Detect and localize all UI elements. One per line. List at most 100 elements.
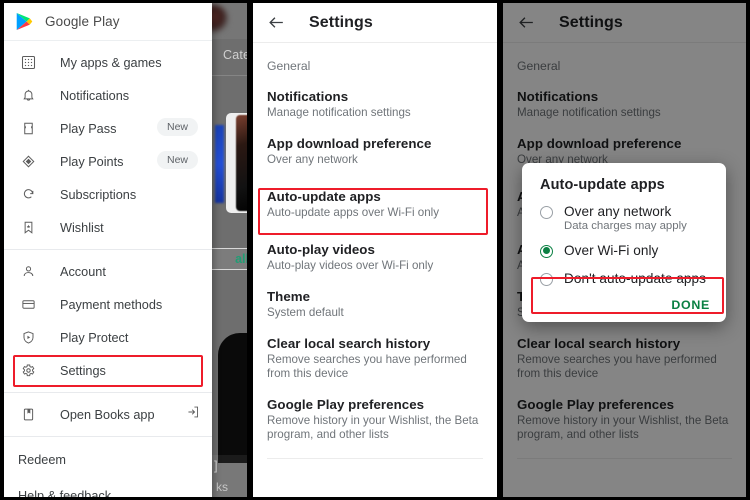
- apps-grid-icon: [18, 53, 38, 73]
- row-title: Auto-play videos: [267, 242, 375, 257]
- background-install-label: all: [235, 252, 249, 266]
- settings-list: General Notifications Manage notificatio…: [253, 59, 497, 459]
- settings-group-label: General: [267, 59, 311, 73]
- background-divider: [210, 75, 247, 76]
- option-label: Over any network: [564, 204, 672, 219]
- settings-row-auto-play-videos[interactable]: Auto-play videos Auto-play videos over W…: [267, 242, 483, 273]
- radio-button[interactable]: [540, 273, 553, 286]
- credit-card-icon: [18, 295, 38, 315]
- sidebar-item-wishlist[interactable]: Wishlist: [4, 211, 212, 244]
- row-subtitle: System default: [267, 306, 344, 319]
- option-text: Don't auto-update apps: [564, 271, 706, 286]
- row-title: Notifications: [267, 89, 349, 104]
- dialog-title: Auto-update apps: [540, 177, 665, 193]
- drawer-header: Google Play: [4, 3, 212, 41]
- option-label: Over Wi-Fi only: [564, 243, 659, 258]
- background-photo: [236, 115, 247, 211]
- panel-settings: Settings General Notifications Manage no…: [250, 0, 500, 500]
- sidebar-item-play-pass[interactable]: Play Pass New: [4, 112, 212, 145]
- drawer-divider: [4, 436, 212, 437]
- sidebar-item-open-books-app[interactable]: Open Books app: [4, 398, 212, 431]
- sidebar-item-label: Play Pass: [60, 121, 117, 136]
- sidebar-item-label: Help & feedback: [18, 489, 112, 500]
- row-title: Google Play preferences: [267, 397, 425, 412]
- bookmark-star-icon: [18, 218, 38, 238]
- panel-auto-update-dialog: Settings General Notifications Manage no…: [500, 0, 750, 500]
- option-text: Over any network Data charges may apply: [564, 204, 687, 232]
- shield-play-icon: [18, 328, 38, 348]
- drawer-divider: [4, 392, 212, 393]
- sidebar-item-subscriptions[interactable]: Subscriptions: [4, 178, 212, 211]
- google-play-logo: [16, 13, 33, 30]
- sidebar-item-label: Redeem: [18, 453, 66, 467]
- background-book-spine: [215, 125, 224, 203]
- background-category-label: Cate: [223, 48, 250, 62]
- sidebar-item-label: Notifications: [60, 88, 130, 103]
- open-external-icon: [186, 405, 200, 424]
- background-ks-text: ks: [216, 480, 228, 494]
- settings-row-app-download-preference[interactable]: App download preference Over any network: [267, 136, 483, 167]
- sidebar-item-label: Open Books app: [60, 407, 155, 422]
- sidebar-item-redeem[interactable]: Redeem: [4, 442, 212, 478]
- sidebar-item-label: Wishlist: [60, 220, 104, 235]
- option-sublabel: Data charges may apply: [564, 220, 687, 232]
- radio-button[interactable]: [540, 206, 553, 219]
- dialog-option-dont-auto-update-apps[interactable]: Don't auto-update apps: [522, 258, 726, 286]
- sidebar-item-label: Settings: [60, 363, 106, 378]
- row-subtitle: Remove history in your Wishlist, the Bet…: [267, 414, 479, 441]
- back-arrow-icon[interactable]: [267, 13, 287, 33]
- person-icon: [18, 262, 38, 282]
- sidebar-badge-new: New: [156, 151, 198, 169]
- screenshot-root: Cate all ] ks Google Play My apps & game…: [0, 0, 750, 500]
- row-subtitle: Auto-update apps over Wi-Fi only: [267, 206, 440, 219]
- sidebar-item-label: Payment methods: [60, 297, 163, 312]
- book-icon: [18, 405, 38, 425]
- background-bracket: ]: [214, 458, 218, 473]
- sidebar-item-play-protect[interactable]: Play Protect: [4, 321, 212, 354]
- settings-row-google-play-preferences[interactable]: Google Play preferences Remove history i…: [267, 397, 483, 442]
- sidebar-item-play-points[interactable]: Play Points New: [4, 145, 212, 178]
- settings-row-notifications[interactable]: Notifications Manage notification settin…: [267, 89, 483, 120]
- diamond-icon: [18, 152, 38, 172]
- row-subtitle: Auto-play videos over Wi-Fi only: [267, 259, 434, 272]
- done-button[interactable]: DONE: [671, 298, 710, 312]
- settings-header: Settings: [253, 3, 497, 43]
- row-subtitle: Over any network: [267, 153, 358, 166]
- sidebar-badge-new: New: [156, 118, 198, 136]
- option-text: Over Wi-Fi only: [564, 243, 658, 258]
- option-label: Don't auto-update apps: [564, 271, 707, 286]
- radio-button-selected[interactable]: [540, 245, 553, 258]
- drawer-app-title: Google Play: [45, 14, 120, 29]
- drawer-item-list: My apps & games Notifications Play Pass …: [4, 41, 212, 500]
- row-subtitle: Manage notification settings: [267, 106, 411, 119]
- dialog-option-over-any-network[interactable]: Over any network Data charges may apply: [522, 193, 726, 232]
- sidebar-item-payment-methods[interactable]: Payment methods: [4, 288, 212, 321]
- panel-google-play-drawer: Cate all ] ks Google Play My apps & game…: [0, 0, 250, 500]
- navigation-drawer: Google Play My apps & games Notification…: [4, 3, 212, 500]
- gear-icon: [18, 361, 38, 381]
- sidebar-item-settings[interactable]: Settings: [4, 354, 212, 387]
- refresh-loop-icon: [18, 185, 38, 205]
- sidebar-item-label: Play Points: [60, 154, 124, 169]
- sidebar-item-label: Play Protect: [60, 330, 129, 345]
- bell-icon: [18, 86, 38, 106]
- dialog-actions: DONE: [522, 286, 726, 316]
- dialog-option-over-wifi-only[interactable]: Over Wi-Fi only: [522, 232, 726, 258]
- sidebar-item-label: My apps & games: [60, 55, 162, 70]
- sidebar-item-account[interactable]: Account: [4, 255, 212, 288]
- ticket-icon: [18, 119, 38, 139]
- sidebar-item-label: Subscriptions: [60, 187, 137, 202]
- page-title: Settings: [309, 13, 373, 31]
- drawer-divider: [4, 249, 212, 250]
- settings-divider: [267, 458, 483, 459]
- sidebar-item-notifications[interactable]: Notifications: [4, 79, 212, 112]
- settings-row-clear-local-search-history[interactable]: Clear local search history Remove search…: [267, 336, 483, 381]
- sidebar-item-label: Account: [60, 264, 106, 279]
- sidebar-item-my-apps-games[interactable]: My apps & games: [4, 46, 212, 79]
- background-shape: [218, 333, 247, 463]
- row-title: App download preference: [267, 136, 432, 151]
- sidebar-item-help-feedback[interactable]: Help & feedback: [4, 478, 212, 500]
- settings-row-theme[interactable]: Theme System default: [267, 289, 483, 320]
- settings-row-auto-update-apps[interactable]: Auto-update apps Auto-update apps over W…: [267, 189, 483, 220]
- row-subtitle: Remove searches you have performed from …: [267, 353, 467, 380]
